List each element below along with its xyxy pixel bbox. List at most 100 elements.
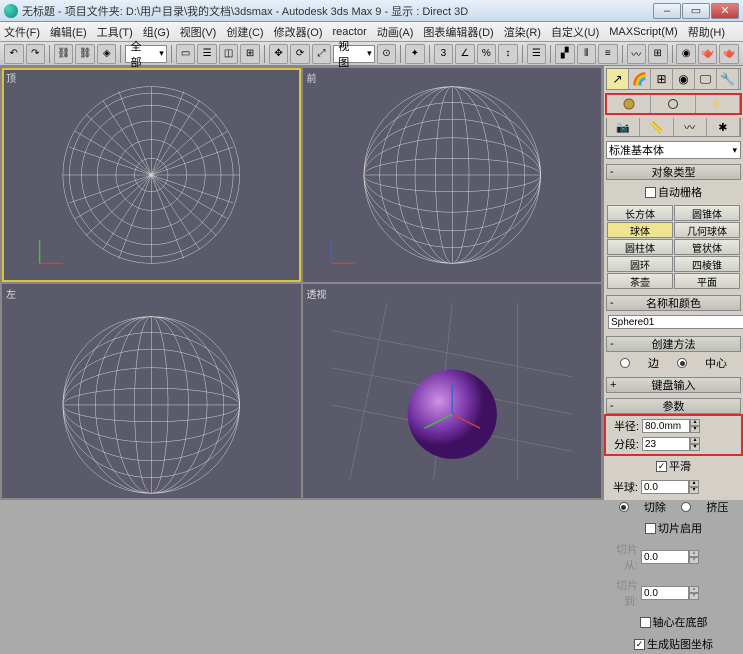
radius-spin-down[interactable]: ▾ [690,426,700,433]
btn-sphere[interactable]: 球体 [607,222,673,238]
tab-utilities-icon[interactable]: 🔧 [717,69,739,89]
minimize-button[interactable]: – [653,3,681,19]
window-crossing-icon[interactable]: ⊞ [240,44,260,64]
select-region-icon[interactable]: ◫ [219,44,239,64]
radio-center[interactable] [677,358,687,368]
rollout-creation-method[interactable]: -创建方法 [606,336,741,352]
btn-cone[interactable]: 圆锥体 [674,205,740,221]
cat-geometry-icon[interactable] [607,95,651,113]
menu-reactor[interactable]: reactor [333,26,367,38]
autogrid-checkbox[interactable] [645,187,656,198]
radius-input[interactable] [642,419,690,433]
snap-percent-icon[interactable]: % [477,44,497,64]
select-icon[interactable]: ▭ [176,44,196,64]
link-icon[interactable]: ⛓ [54,44,74,64]
menu-view[interactable]: 视图(V) [180,24,217,40]
window-title: 无标题 - 项目文件夹: D:\用户目录\我的文档\3dsmax - Autod… [22,3,653,19]
menu-edit[interactable]: 编辑(E) [50,24,87,40]
bind-icon[interactable]: ◈ [97,44,117,64]
close-button[interactable]: ✕ [711,3,739,19]
btn-box[interactable]: 长方体 [607,205,673,221]
viewport-left-label: 左 [6,286,16,301]
snap-angle-icon[interactable]: ∠ [455,44,475,64]
material-icon[interactable]: ◉ [676,44,696,64]
radio-edge[interactable] [620,358,630,368]
btn-pyramid[interactable]: 四棱锥 [674,256,740,272]
segments-input[interactable] [642,437,690,451]
spinner-snap-icon[interactable]: ↕ [498,44,518,64]
btn-torus[interactable]: 圆环 [607,256,673,272]
rollout-name-color[interactable]: -名称和颜色 [606,295,741,311]
tab-motion-icon[interactable]: ◉ [673,69,695,89]
pivot-icon[interactable]: ⊙ [377,44,397,64]
segments-spin-up[interactable]: ▴ [690,437,700,444]
object-name-input[interactable] [608,315,743,329]
radius-label: 半径: [611,418,639,434]
menu-customize[interactable]: 自定义(U) [551,24,599,40]
hemi-input[interactable] [641,480,689,494]
scale-icon[interactable]: ⤢ [312,44,332,64]
maximize-button[interactable]: ▭ [682,3,710,19]
tab-modify-icon[interactable]: 🌈 [629,69,651,89]
layers-icon[interactable]: ≡ [598,44,618,64]
radius-spin-up[interactable]: ▴ [690,419,700,426]
rollout-parameters[interactable]: -参数 [606,398,741,414]
menu-create[interactable]: 创建(C) [226,24,263,40]
genmap-checkbox[interactable]: ✓ [634,639,645,650]
cat-spacewarps-icon[interactable]: 〰 [674,118,707,136]
select-name-icon[interactable]: ☰ [197,44,217,64]
manip-icon[interactable]: ✦ [405,44,425,64]
menu-modifiers[interactable]: 修改器(O) [274,24,323,40]
menu-file[interactable]: 文件(F) [4,24,40,40]
tab-hierarchy-icon[interactable]: ⊞ [651,69,673,89]
viewport-left[interactable]: 左 [2,284,301,498]
btn-cylinder[interactable]: 圆柱体 [607,239,673,255]
menu-animation[interactable]: 动画(A) [377,24,414,40]
btn-geosphere[interactable]: 几何球体 [674,222,740,238]
menu-render[interactable]: 渲染(R) [504,24,541,40]
rotate-icon[interactable]: ⟳ [290,44,310,64]
cat-shapes-icon[interactable] [651,95,695,113]
cat-helpers-icon[interactable]: 📏 [640,118,673,136]
menu-graph[interactable]: 图表编辑器(D) [423,24,493,40]
radio-chop[interactable] [619,502,629,512]
primitive-category-select[interactable]: 标准基本体 [606,141,741,159]
menu-tools[interactable]: 工具(T) [97,24,133,40]
tab-create-icon[interactable]: ↗ [607,69,629,89]
menu-help[interactable]: 帮助(H) [688,24,725,40]
named-sel-icon[interactable]: ☰ [527,44,547,64]
undo-icon[interactable]: ↶ [4,44,24,64]
viewport-perspective[interactable]: 透视 [303,284,602,498]
quick-render-icon[interactable]: 🫖 [719,44,739,64]
slice-checkbox[interactable] [645,523,656,534]
radio-squash[interactable] [681,502,691,512]
unlink-icon[interactable]: ⛓ [75,44,95,64]
btn-plane[interactable]: 平面 [674,273,740,289]
rollout-object-type[interactable]: -对象类型 [606,164,741,180]
menu-maxscript[interactable]: MAXScript(M) [609,26,677,38]
tab-display-icon[interactable]: 🖵 [695,69,717,89]
cat-lights-icon[interactable] [696,95,740,113]
mirror-icon[interactable]: ▞ [555,44,575,64]
curve-editor-icon[interactable]: 〰 [627,44,647,64]
viewport-front-label: 前 [307,70,317,85]
btn-tube[interactable]: 管状体 [674,239,740,255]
render-scene-icon[interactable]: 🫖 [698,44,718,64]
schematic-icon[interactable]: ⊞ [648,44,668,64]
filter-select[interactable]: 全部 [125,45,166,63]
snap3d-icon[interactable]: 3 [434,44,454,64]
cat-cameras-icon[interactable]: 📷 [607,118,640,136]
refcoord-select[interactable]: 视图 [333,45,374,63]
cat-systems-icon[interactable]: ✱ [707,118,740,136]
basepivot-checkbox[interactable] [640,617,651,628]
move-icon[interactable]: ✥ [269,44,289,64]
viewport-top[interactable]: 顶 [2,68,301,282]
align-icon[interactable]: ⫴ [577,44,597,64]
btn-teapot[interactable]: 茶壶 [607,273,673,289]
redo-icon[interactable]: ↷ [26,44,46,64]
viewport-top-label: 顶 [6,70,16,85]
viewport-front[interactable]: 前 [303,68,602,282]
rollout-keyboard-entry[interactable]: +键盘输入 [606,377,741,393]
segments-spin-down[interactable]: ▾ [690,444,700,451]
smooth-checkbox[interactable]: ✓ [656,461,667,472]
